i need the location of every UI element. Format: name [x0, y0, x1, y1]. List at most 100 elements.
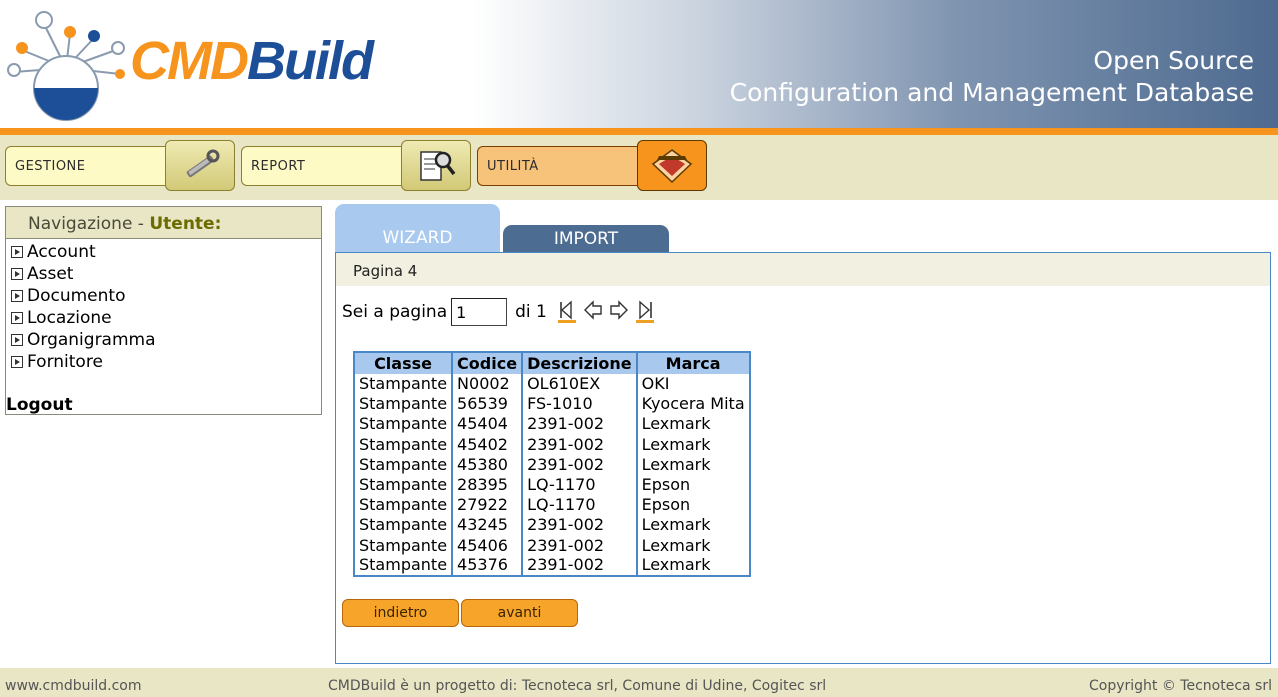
sidebar-item-organigramma[interactable]: Organigramma [11, 329, 321, 351]
cell-classe: Stampante [359, 495, 448, 515]
cell-codice: 28395 [451, 474, 523, 496]
tab-wizard-label: WIZARD [382, 227, 453, 248]
cell-marca: Kyocera Mita [635, 394, 750, 415]
table-row[interactable]: Stampante 56539 FS-1010 Kyocera Mita [354, 394, 750, 415]
pagination-bar: Sei a pagina di 1 [342, 298, 655, 326]
cell-marca: Lexmark [635, 414, 750, 435]
last-page-icon[interactable] [635, 300, 655, 324]
cell-marca: Lexmark [635, 535, 750, 556]
cell-classe: Stampante [359, 374, 448, 394]
cell-descrizione: 2391-002 [521, 535, 637, 556]
sidebar-item-label: Organigramma [27, 330, 156, 350]
menu-utilita-button[interactable]: UTILITÀ [477, 140, 707, 191]
tab-wizard[interactable]: WIZARD [335, 204, 500, 253]
cell-classe: Stampante [359, 434, 448, 454]
cell-codice: 45376 [451, 555, 523, 576]
cell-codice: 27922 [451, 495, 523, 516]
wizard-panel: Pagina 4 Sei a pagina di 1 [335, 252, 1271, 664]
column-header-marca[interactable]: Marca [635, 352, 750, 374]
cell-marca: Epson [635, 495, 750, 516]
sidebar-item-locazione[interactable]: Locazione [11, 307, 321, 329]
menu-gestione-button[interactable]: GESTIONE [5, 140, 235, 191]
menu-gestione-label: GESTIONE [5, 146, 165, 186]
cell-codice: 45406 [451, 535, 523, 556]
table-header-row: Classe Codice Descrizione Marca [354, 352, 750, 374]
cell-classe: Stampante [359, 555, 448, 575]
pager-prefix: Sei a pagina [342, 302, 448, 322]
table-row[interactable]: Stampante 45406 2391-002 Lexmark [354, 535, 750, 556]
page-number-input[interactable] [451, 298, 508, 326]
cell-descrizione: LQ-1170 [521, 495, 637, 516]
expand-arrow-icon [11, 356, 23, 368]
previous-page-icon[interactable] [583, 300, 603, 324]
sidebar-item-label: Locazione [27, 308, 112, 328]
table-row[interactable]: Stampante 45380 2391-002 Lexmark [354, 454, 750, 475]
cell-descrizione: 2391-002 [521, 555, 637, 576]
wrench-icon [165, 140, 235, 191]
tagline-line1: Open Source [1093, 46, 1254, 75]
column-header-classe[interactable]: Classe [354, 352, 453, 374]
pager-nav [557, 300, 655, 324]
cell-codice: 45380 [451, 454, 523, 475]
logout-link[interactable]: Logout [6, 395, 73, 415]
cell-codice: 45404 [451, 414, 523, 435]
sidebar-title: Navigazione - Utente: [6, 207, 321, 239]
cell-marca: Epson [635, 474, 750, 496]
cell-descrizione: FS-1010 [521, 394, 637, 415]
sidebar-item-fornitore[interactable]: Fornitore [11, 351, 321, 373]
sidebar-item-label: Fornitore [27, 352, 103, 372]
sidebar-item-label: Asset [27, 264, 74, 284]
table-row[interactable]: Stampante N0002 OL610EX OKI [354, 374, 750, 395]
sidebar-item-account[interactable]: Account [11, 241, 321, 263]
table-row[interactable]: Stampante 45402 2391-002 Lexmark [354, 434, 750, 455]
column-header-descrizione[interactable]: Descrizione [521, 352, 637, 374]
cell-codice: 45402 [451, 434, 523, 455]
table-row[interactable]: Stampante 43245 2391-002 Lexmark [354, 515, 750, 536]
brand-wordmark: CMDBuild [130, 34, 374, 88]
sidebar-list: Account Asset Documento Locazione Organi… [6, 241, 321, 373]
expand-arrow-icon [11, 290, 23, 302]
cell-codice: 56539 [451, 394, 523, 415]
expand-arrow-icon [11, 312, 23, 324]
cell-classe: Stampante [359, 535, 448, 555]
section-title: Pagina 4 [336, 253, 1270, 286]
next-button[interactable]: avanti [461, 599, 578, 627]
cell-descrizione: LQ-1170 [521, 474, 637, 496]
sidebar-title-text: Navigazione - [28, 214, 150, 234]
tab-import[interactable]: IMPORT [503, 225, 669, 252]
next-page-icon[interactable] [609, 300, 629, 324]
sidebar-item-asset[interactable]: Asset [11, 263, 321, 285]
footer-website-link[interactable]: www.cmdbuild.com [5, 678, 142, 694]
navigation-sidebar: Navigazione - Utente: Account Asset Docu… [5, 206, 322, 415]
data-table: Classe Codice Descrizione Marca Stampant… [353, 351, 751, 577]
cell-marca: Lexmark [635, 555, 750, 576]
first-page-icon[interactable] [557, 300, 577, 324]
menu-utilita-label: UTILITÀ [477, 146, 637, 186]
sidebar-item-label: Documento [27, 286, 126, 306]
expand-arrow-icon [11, 334, 23, 346]
cell-descrizione: 2391-002 [521, 454, 637, 475]
menu-report-label: REPORT [241, 146, 401, 186]
wizard-buttons: indietro avanti [342, 599, 578, 627]
cell-descrizione: 2391-002 [521, 414, 637, 435]
menu-report-button[interactable]: REPORT [241, 140, 471, 191]
table-row[interactable]: Stampante 28395 LQ-1170 Epson [354, 474, 750, 496]
sidebar-item-documento[interactable]: Documento [11, 285, 321, 307]
column-header-codice[interactable]: Codice [451, 352, 523, 374]
cell-descrizione: 2391-002 [521, 434, 637, 455]
pager-total: di 1 [515, 302, 547, 322]
cell-descrizione: OL610EX [521, 374, 637, 395]
table-row[interactable]: Stampante 45376 2391-002 Lexmark [354, 555, 750, 576]
table-row[interactable]: Stampante 27922 LQ-1170 Epson [354, 495, 750, 516]
report-magnifier-icon [401, 140, 471, 191]
cmdbuild-logo-icon [7, 11, 125, 121]
tagline-line2: Configuration and Management Database [729, 78, 1254, 107]
cell-marca: Lexmark [635, 434, 750, 455]
cell-classe: Stampante [359, 475, 448, 495]
back-button[interactable]: indietro [342, 599, 459, 627]
table-row[interactable]: Stampante 45404 2391-002 Lexmark [354, 414, 750, 435]
expand-arrow-icon [11, 268, 23, 280]
footer-credits: CMDBuild è un progetto di: Tecnoteca srl… [328, 678, 827, 694]
main-menu-bar: GESTIONE REPORT UTILITÀ [0, 135, 1278, 200]
tools-utility-icon [637, 140, 707, 191]
